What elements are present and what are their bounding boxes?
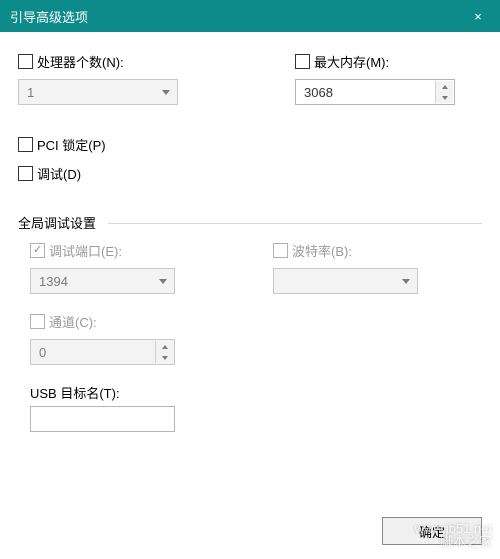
usbtarget-input[interactable]	[30, 406, 175, 432]
close-icon: ×	[474, 9, 482, 24]
close-button[interactable]: ×	[456, 0, 500, 32]
channel-value: 0	[39, 345, 46, 360]
chevron-down-icon	[395, 269, 417, 293]
spin-down-icon[interactable]	[436, 92, 453, 103]
titlebar: 引导高级选项 ×	[0, 0, 500, 32]
channel-spinner: 0	[30, 339, 175, 365]
global-debug-group: 全局调试设置 调试端口(E): 1394 波特率(B):	[18, 223, 482, 444]
maxmem-label: 最大内存(M):	[314, 52, 389, 71]
content-area: 处理器个数(N): 1 最大内存(M): 3068 PCI	[0, 32, 500, 454]
maxmem-checkbox[interactable]	[295, 54, 310, 69]
spin-down-icon	[156, 352, 173, 363]
spin-up-icon	[156, 341, 173, 352]
baudrate-label: 波特率(B):	[292, 241, 352, 260]
debug-checkbox[interactable]	[18, 166, 33, 181]
window-title: 引导高级选项	[10, 7, 456, 26]
group-legend: 全局调试设置	[18, 213, 102, 232]
debug-label: 调试(D)	[37, 164, 81, 183]
baudrate-checkbox	[273, 243, 288, 258]
pcilock-checkbox[interactable]	[18, 137, 33, 152]
channel-checkbox	[30, 314, 45, 329]
debugport-value: 1394	[39, 274, 68, 289]
processors-label: 处理器个数(N):	[37, 52, 124, 71]
maxmem-spinner[interactable]: 3068	[295, 79, 455, 105]
usbtarget-label: USB 目标名(T):	[30, 383, 470, 402]
processors-value: 1	[27, 85, 34, 100]
processors-checkbox[interactable]	[18, 54, 33, 69]
maxmem-value: 3068	[304, 85, 333, 100]
debugport-dropdown: 1394	[30, 268, 175, 294]
group-divider	[108, 223, 482, 224]
ok-button[interactable]: 确定	[382, 517, 482, 545]
spin-up-icon[interactable]	[436, 81, 453, 92]
ok-label: 确定	[419, 522, 445, 541]
debugport-label: 调试端口(E):	[49, 241, 122, 260]
debugport-checkbox	[30, 243, 45, 258]
baudrate-dropdown	[273, 268, 418, 294]
pcilock-label: PCI 锁定(P)	[37, 135, 106, 154]
channel-label: 通道(C):	[49, 312, 97, 331]
chevron-down-icon	[155, 80, 177, 104]
processors-dropdown[interactable]: 1	[18, 79, 178, 105]
chevron-down-icon	[152, 269, 174, 293]
